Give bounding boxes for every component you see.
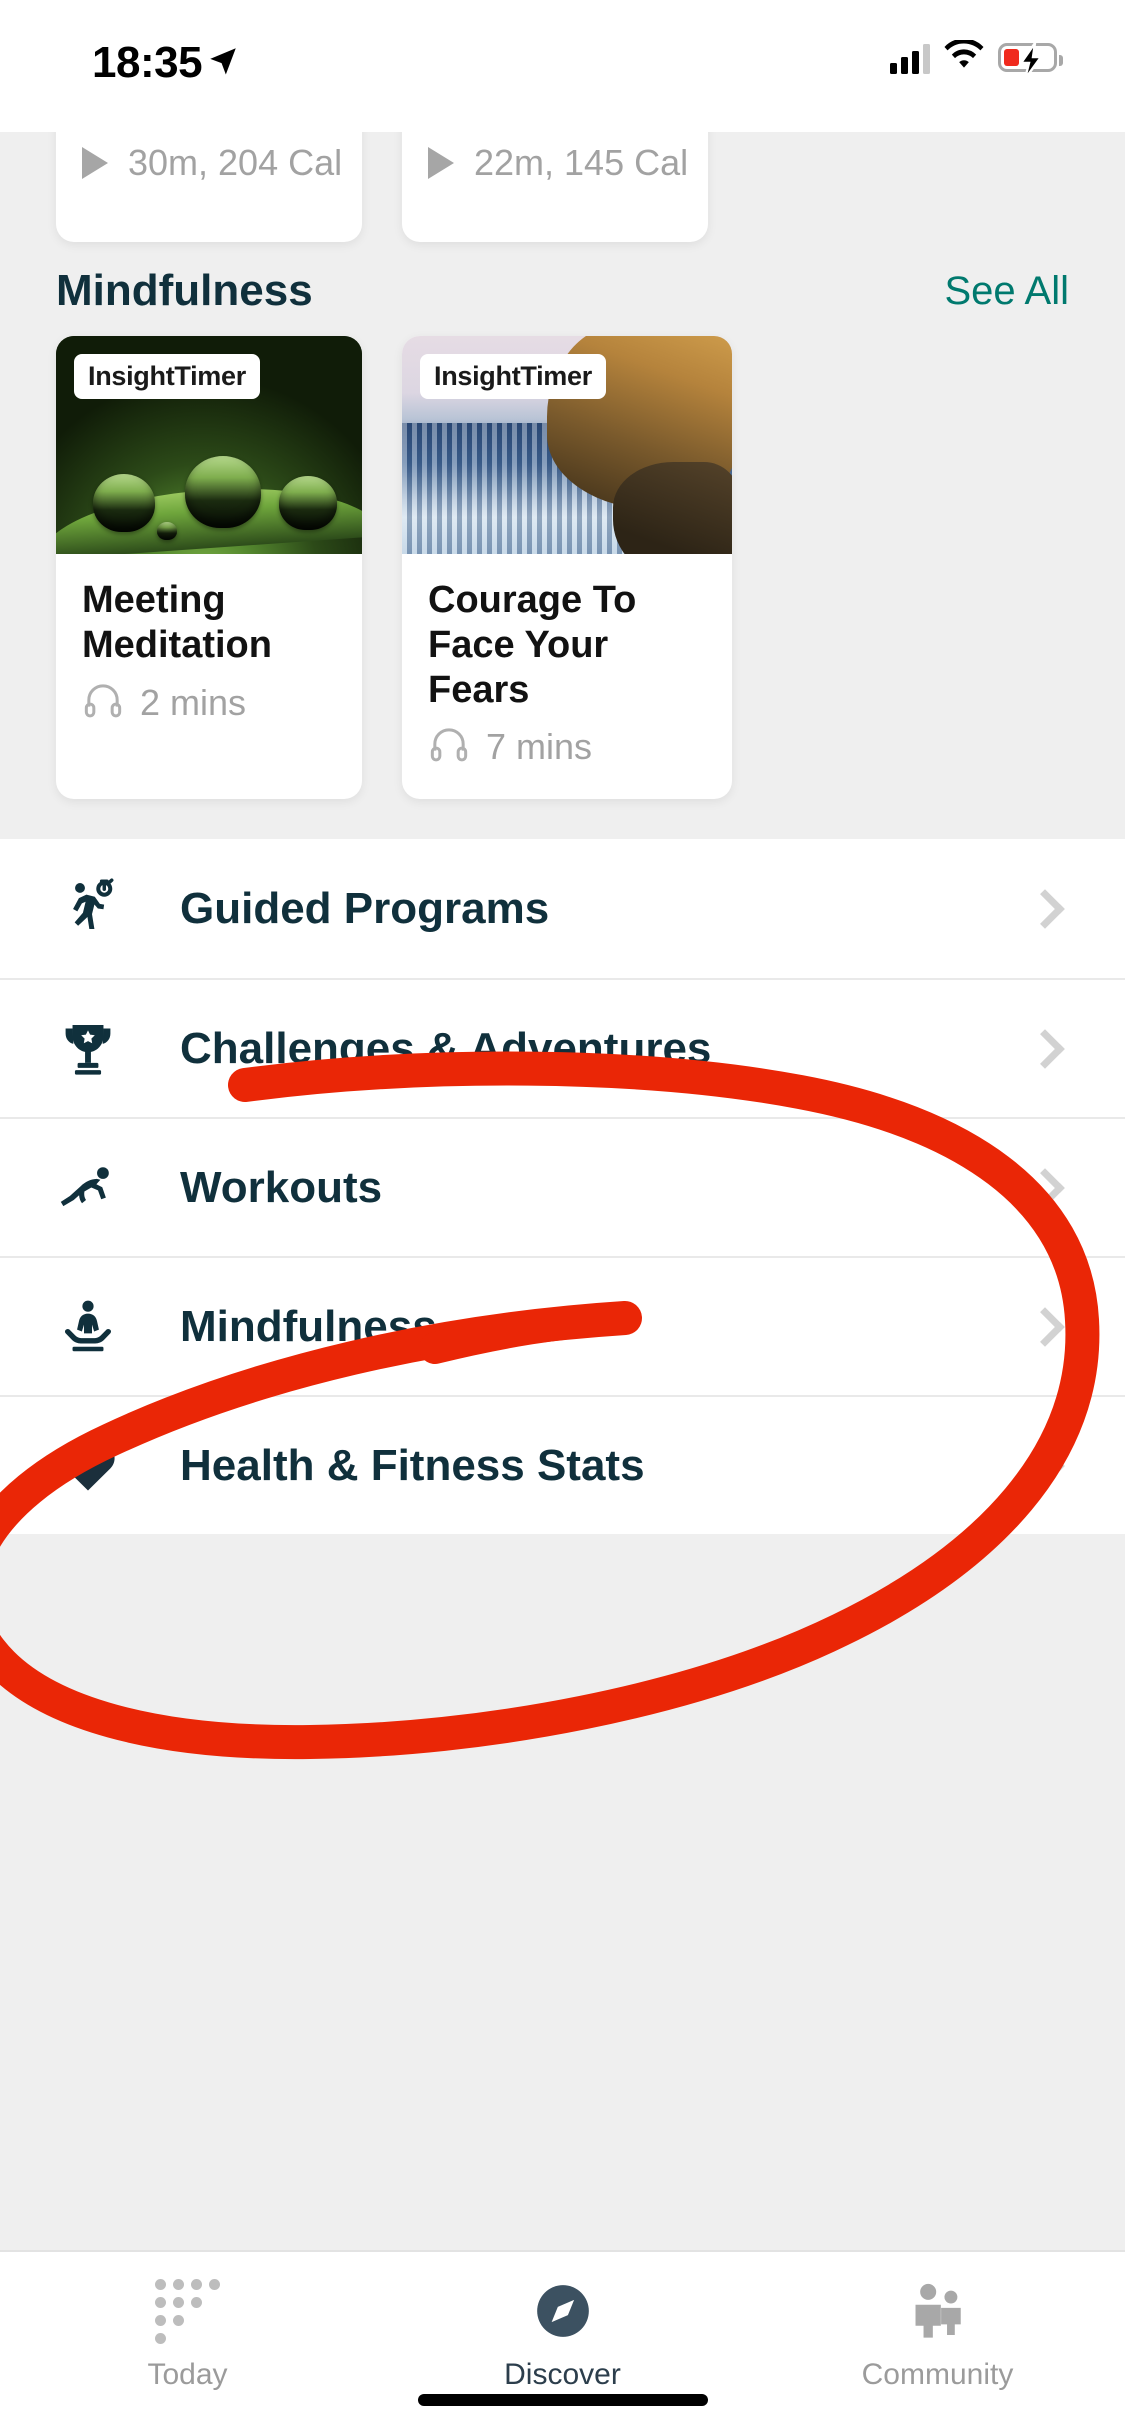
workout-card-stats: 30m, 204 Cal [128,142,343,183]
people-icon [904,2278,972,2344]
tab-discover[interactable]: Discover [375,2252,750,2436]
menu-item-workouts[interactable]: Workouts [0,1117,1125,1257]
provider-badge: InsightTimer [74,354,260,399]
provider-badge: InsightTimer [420,354,606,399]
bottom-tab-bar: Today Discover Community [0,2250,1125,2436]
menu-item-guided-programs[interactable]: Guided Programs [0,839,1125,979]
chevron-right-icon [1025,1029,1065,1069]
trophy-icon [56,1017,140,1081]
play-icon [428,147,454,179]
menu-item-label: Health & Fitness Stats [180,1440,645,1490]
mindfulness-card-image: InsightTimer [402,336,732,554]
wifi-icon [944,38,984,75]
dots-grid-icon [155,2278,220,2344]
menu-item-health-fitness-stats[interactable]: Health & Fitness Stats [0,1395,1125,1535]
cellular-bars-icon [890,42,930,74]
running-person-timer-icon [56,877,140,941]
menu-item-label: Workouts [180,1162,383,1212]
see-all-link[interactable]: See All [944,269,1069,314]
mindfulness-section-header: Mindfulness See All [0,240,1125,336]
list-bottom-spacer [0,1534,1125,1597]
workout-card-stats: 22m, 145 Cal [474,142,689,183]
menu-item-label: Challenges & Adventures [180,1023,712,1073]
play-icon [82,147,108,179]
mindfulness-card-list[interactable]: InsightTimer Meeting Meditation 2 mins I… [0,336,1125,800]
mindfulness-card[interactable]: InsightTimer Meeting Meditation 2 mins [56,336,362,800]
tab-community[interactable]: Community [750,2252,1125,2436]
headphones-icon [82,680,124,725]
section-title: Mindfulness [56,266,313,315]
tab-label: Community [861,2358,1014,2391]
discover-menu-list: Guided Programs Challenges & Adventures [0,839,1125,1535]
battery-charging-low-icon [998,43,1063,79]
mindfulness-card-title: Meeting Meditation [82,579,272,666]
menu-item-label: Guided Programs [180,883,550,933]
mindfulness-card-duration: 7 mins [486,725,593,767]
workout-card[interactable]: 30m, 204 Cal [56,132,362,242]
menu-item-label: Mindfulness [180,1301,437,1351]
chevron-right-icon [1025,1307,1065,1347]
status-bar-time: 18:35 [92,38,203,87]
chevron-right-icon [1025,1168,1065,1208]
mindfulness-card-title: Courage To Face Your Fears [428,579,637,711]
status-bar-indicators [890,38,1063,79]
meditation-lotus-icon [56,1295,140,1359]
chevron-right-icon [1025,1446,1065,1486]
tab-today[interactable]: Today [0,2252,375,2436]
menu-item-challenges-adventures[interactable]: Challenges & Adventures [0,978,1125,1118]
chevron-right-icon [1025,889,1065,929]
mindfulness-card-image: InsightTimer [56,336,362,554]
mindfulness-section: Mindfulness See All InsightTimer Meeting [0,240,1125,840]
menu-item-mindfulness[interactable]: Mindfulness [0,1256,1125,1396]
heart-icon [56,1434,140,1498]
mindfulness-card[interactable]: InsightTimer Courage To Face Your Fears … [402,336,732,800]
sprinter-start-icon [56,1156,140,1220]
home-indicator [417,2394,708,2406]
tab-label: Discover [504,2358,621,2391]
workout-card[interactable]: 22m, 145 Cal [402,132,708,242]
tab-label: Today [147,2358,228,2391]
mindfulness-card-duration: 2 mins [140,681,247,723]
compass-icon [532,2278,594,2344]
location-arrow-icon [206,44,240,83]
workout-cards-row: 30m, 204 Cal 22m, 145 Cal [0,132,1125,242]
status-bar: 18:35 [0,0,1125,132]
discover-scroll-area[interactable]: 30m, 204 Cal 22m, 145 Cal Mindfulness Se… [0,132,1125,2250]
headphones-icon [428,724,470,769]
